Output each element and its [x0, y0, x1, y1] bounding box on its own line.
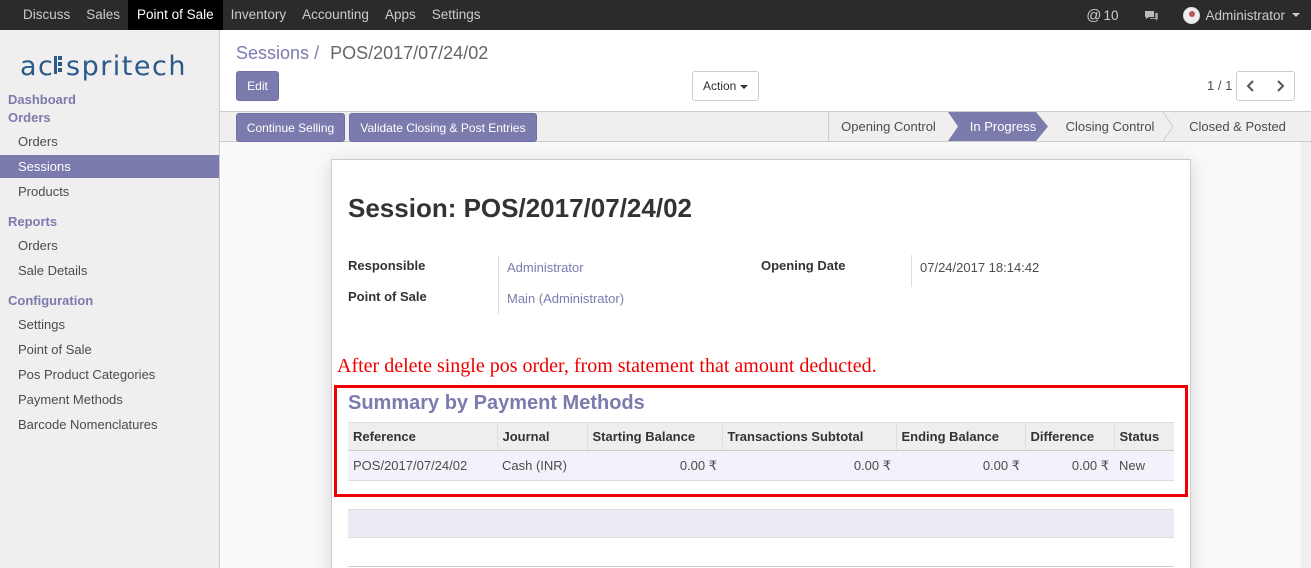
- field-divider: [498, 255, 499, 314]
- sidebar: ac spritech Dashboard Orders Orders Sess…: [0, 30, 220, 568]
- caret-down-icon: [1292, 13, 1300, 17]
- col-journal[interactable]: Journal: [497, 422, 588, 451]
- app-menu: Discuss Sales Point of Sale Inventory Ac…: [15, 0, 489, 30]
- menu-point-of-sale[interactable]: Point of Sale: [128, 0, 223, 30]
- summary-section-title: Summary by Payment Methods: [348, 392, 645, 414]
- page-title: Session: POS/2017/07/24/02: [348, 193, 692, 223]
- responsible-value-link[interactable]: Administrator: [507, 260, 584, 275]
- notifications-button[interactable]: @ 10: [1086, 7, 1118, 24]
- chat-icon[interactable]: [1144, 10, 1159, 21]
- sidebar-item-point-of-sale[interactable]: Point of Sale: [0, 338, 219, 361]
- col-difference[interactable]: Difference: [1025, 422, 1115, 451]
- continue-selling-button[interactable]: Continue Selling: [236, 113, 345, 142]
- menu-accounting[interactable]: Accounting: [294, 0, 377, 30]
- sidebar-item-barcode-nomenclatures[interactable]: Barcode Nomenclatures: [0, 413, 219, 436]
- chevron-left-icon: [1246, 80, 1254, 92]
- sidebar-head-configuration: Configuration: [8, 293, 94, 308]
- breadcrumb-separator: /: [314, 43, 320, 63]
- menu-discuss[interactable]: Discuss: [15, 0, 78, 30]
- cell-status: New: [1114, 450, 1174, 481]
- cell-starting-balance: 0.00 ₹: [587, 450, 722, 481]
- svg-text:ac: ac: [20, 51, 54, 82]
- cell-transactions-subtotal: 0.00 ₹: [722, 450, 896, 481]
- pager-previous-button[interactable]: [1236, 71, 1266, 101]
- user-name: Administrator: [1205, 7, 1285, 23]
- sidebar-item-settings[interactable]: Settings: [0, 313, 219, 336]
- stage-separator-icon: [1163, 112, 1173, 141]
- col-ending-balance[interactable]: Ending Balance: [896, 422, 1026, 451]
- menu-settings[interactable]: Settings: [424, 0, 489, 30]
- sidebar-item-payment-methods[interactable]: Payment Methods: [0, 388, 219, 411]
- sidebar-item-sessions[interactable]: Sessions: [0, 155, 219, 178]
- stage-closed-posted[interactable]: Closed & Posted: [1175, 112, 1300, 141]
- pager-next-button[interactable]: [1265, 71, 1295, 101]
- systray: @ 10 Administrator: [1086, 0, 1311, 30]
- divider: [348, 566, 1174, 567]
- responsible-label: Responsible: [348, 258, 426, 273]
- breadcrumb-current: POS/2017/07/24/02: [330, 43, 489, 63]
- stage-in-progress: In Progress: [969, 119, 1037, 134]
- company-logo: ac spritech: [20, 46, 201, 82]
- validate-closing-button[interactable]: Validate Closing & Post Entries: [349, 113, 537, 142]
- annotation-note: After delete single pos order, from stat…: [337, 355, 877, 377]
- caret-down-icon: [740, 84, 749, 89]
- sidebar-head-reports: Reports: [8, 214, 58, 229]
- opening-date-label: Opening Date: [761, 258, 846, 273]
- point-of-sale-value-link[interactable]: Main (Administrator): [507, 291, 624, 306]
- menu-inventory[interactable]: Inventory: [223, 0, 295, 30]
- col-transactions-subtotal[interactable]: Transactions Subtotal: [722, 422, 897, 451]
- sidebar-item-pos-product-categories[interactable]: Pos Product Categories: [0, 363, 219, 386]
- pager-value[interactable]: 1 / 1: [1207, 78, 1232, 93]
- avatar: [1183, 6, 1201, 24]
- edit-button[interactable]: Edit: [236, 71, 279, 101]
- col-status[interactable]: Status: [1114, 422, 1174, 451]
- sidebar-item-sale-details[interactable]: Sale Details: [0, 259, 219, 282]
- point-of-sale-label: Point of Sale: [348, 289, 427, 304]
- breadcrumb-sessions-link[interactable]: Sessions: [236, 43, 309, 63]
- svg-text:spritech: spritech: [66, 51, 187, 82]
- user-menu[interactable]: Administrator: [1183, 6, 1311, 24]
- breadcrumb: Sessions / POS/2017/07/24/02: [236, 43, 488, 64]
- action-dropdown[interactable]: Action: [692, 71, 759, 101]
- menu-apps[interactable]: Apps: [377, 0, 424, 30]
- col-starting-balance[interactable]: Starting Balance: [587, 422, 723, 451]
- sidebar-item-report-orders[interactable]: Orders: [0, 234, 219, 257]
- sidebar-item-orders[interactable]: Orders: [0, 130, 219, 153]
- sidebar-item-products[interactable]: Products: [0, 180, 219, 203]
- cell-reference: POS/2017/07/24/02: [348, 450, 497, 481]
- field-divider: [911, 255, 912, 287]
- list-item: [348, 509, 1174, 538]
- scrollbar[interactable]: [1301, 142, 1311, 568]
- table-row[interactable]: POS/2017/07/24/02 Cash (INR) 0.00 ₹ 0.00…: [348, 450, 1174, 481]
- cell-ending-balance: 0.00 ₹: [896, 450, 1025, 481]
- payment-methods-table: Reference Journal Starting Balance Trans…: [348, 422, 1174, 481]
- cell-difference: 0.00 ₹: [1025, 450, 1114, 481]
- opening-date-value: 07/24/2017 18:14:42: [920, 260, 1040, 275]
- notification-count: 10: [1103, 7, 1119, 23]
- cell-journal: Cash (INR): [497, 450, 587, 481]
- form-statusbar: Continue Selling Validate Closing & Post…: [220, 111, 1311, 142]
- stage-opening-control[interactable]: Opening Control: [828, 112, 948, 141]
- at-icon: @: [1086, 6, 1102, 24]
- action-label: Action: [703, 79, 737, 93]
- col-reference[interactable]: Reference: [348, 422, 498, 451]
- chevron-right-icon: [1276, 80, 1284, 92]
- sidebar-dashboard[interactable]: Dashboard: [8, 92, 76, 107]
- stage-closing-control[interactable]: Closing Control: [1055, 112, 1165, 141]
- sidebar-head-orders: Orders: [8, 110, 51, 125]
- table-header-row: Reference Journal Starting Balance Trans…: [348, 422, 1174, 451]
- menu-sales[interactable]: Sales: [78, 0, 128, 30]
- top-navbar: Discuss Sales Point of Sale Inventory Ac…: [0, 0, 1311, 30]
